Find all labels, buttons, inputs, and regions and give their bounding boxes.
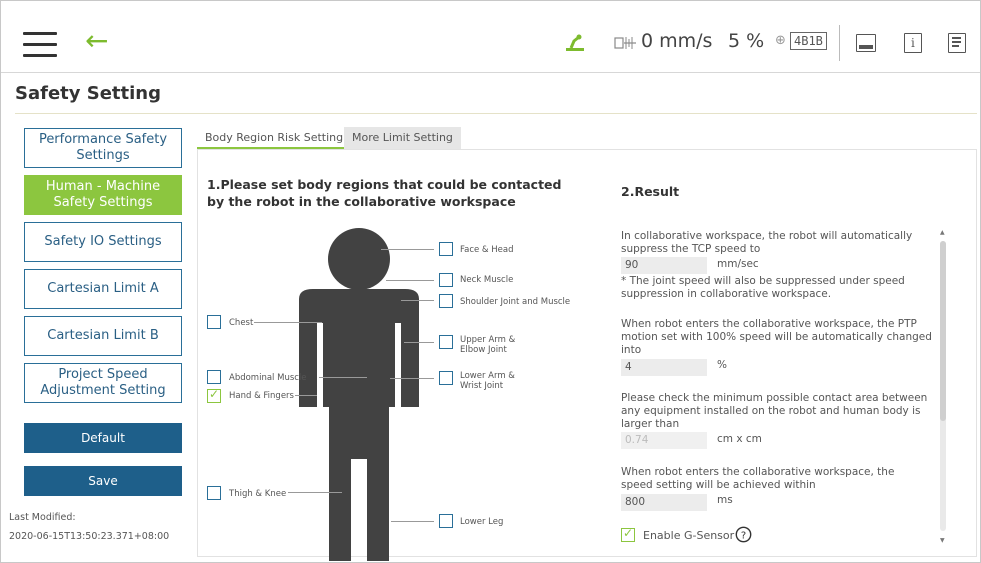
page-title: Safety Setting <box>15 83 162 104</box>
notes-icon[interactable] <box>948 33 966 53</box>
sidebar-item-cartesian-limit-b[interactable]: Cartesian Limit B <box>24 316 182 356</box>
display-icon[interactable] <box>856 34 876 52</box>
help-icon[interactable]: ? <box>735 526 752 543</box>
tcp-speed-unit: mm/sec <box>717 258 759 270</box>
link-icon: ⊕ <box>775 33 786 48</box>
checkbox-lower-leg[interactable] <box>439 514 453 528</box>
label-hand-fingers: Hand & Fingers <box>229 391 294 401</box>
checkbox-enable-g-sensor[interactable] <box>621 526 635 542</box>
checkbox-abdominal[interactable] <box>207 370 221 384</box>
speed-readout: 0 mm/s <box>641 30 713 52</box>
title-divider <box>15 113 977 114</box>
info-icon[interactable]: i <box>904 33 922 53</box>
checkbox-thigh-knee[interactable] <box>207 486 221 500</box>
checkbox-lower-arm[interactable] <box>439 371 453 385</box>
toolbar-divider <box>839 25 840 61</box>
checkbox-shoulder[interactable] <box>439 294 453 308</box>
top-bar: ← 0 mm/s 5 % ⊕ 4B1B i <box>1 1 980 73</box>
leader-face-head <box>381 249 434 250</box>
label-upper-arm: Upper Arm & Elbow Joint <box>460 335 516 355</box>
label-thigh-knee: Thigh & Knee <box>229 489 287 499</box>
leader-lower-leg <box>391 521 434 522</box>
leader-abdominal <box>319 377 367 378</box>
checkbox-neck-muscle[interactable] <box>439 273 453 287</box>
body-section-title: 1.Please set body regions that could be … <box>207 177 562 209</box>
app-screen: ← 0 mm/s 5 % ⊕ 4B1B i Safety Setting Per… <box>0 0 981 563</box>
scroll-down-icon[interactable]: ▼ <box>940 537 945 544</box>
save-button[interactable]: Save <box>24 466 182 496</box>
sidebar-item-safety-io[interactable]: Safety IO Settings <box>24 222 182 262</box>
tab-more-limit[interactable]: More Limit Setting <box>344 127 461 149</box>
checkbox-hand-fingers[interactable] <box>207 387 221 403</box>
svg-text:?: ? <box>741 531 746 542</box>
speed-time-text: When robot enters the collaborative work… <box>621 466 895 491</box>
ptp-motion-field[interactable]: 4 <box>621 359 707 376</box>
controller-code[interactable]: 4B1B <box>790 32 827 50</box>
tcp-speed-text: In collaborative workspace, the robot wi… <box>621 230 913 255</box>
tcp-speed-field[interactable]: 90 <box>621 257 707 274</box>
sidebar-item-human-machine-safety[interactable]: Human - Machine Safety Settings <box>24 175 182 215</box>
speed-percent: 5 % <box>728 30 765 52</box>
speed-icon <box>614 37 636 49</box>
contact-area-text: Please check the minimum possible contac… <box>621 392 928 430</box>
sidebar-item-project-speed[interactable]: Project Speed Adjustment Setting <box>24 363 182 403</box>
leader-hand <box>295 395 317 396</box>
result-scrollbar[interactable]: ▲ ▼ <box>937 225 949 547</box>
default-button[interactable]: Default <box>24 423 182 453</box>
ptp-motion-text: When robot enters the collaborative work… <box>621 318 932 356</box>
tcp-speed-note: * The joint speed will also be suppresse… <box>621 275 905 300</box>
last-modified-label: Last Modified: <box>9 512 76 523</box>
label-abdominal: Abdominal Muscle <box>229 373 307 383</box>
g-sensor-label: Enable G-Sensor <box>643 529 735 542</box>
checkbox-face-head[interactable] <box>439 242 453 256</box>
robot-status-icon[interactable] <box>565 31 585 53</box>
contact-area-field[interactable]: 0.74 <box>621 432 707 449</box>
speed-time-field[interactable]: 800 <box>621 494 707 511</box>
checkbox-chest[interactable] <box>207 315 221 329</box>
leader-shoulder <box>401 300 434 301</box>
human-body-figure <box>299 228 419 561</box>
label-shoulder: Shoulder Joint and Muscle <box>460 297 571 307</box>
leader-lower-arm <box>390 378 434 379</box>
ptp-motion-unit: % <box>717 359 727 371</box>
leader-upper-arm <box>404 342 434 343</box>
leader-chest <box>254 322 322 323</box>
label-chest: Chest <box>229 318 254 328</box>
sidebar-item-cartesian-limit-a[interactable]: Cartesian Limit A <box>24 269 182 309</box>
leader-thigh <box>288 492 342 493</box>
label-face-head: Face & Head <box>460 245 514 255</box>
scroll-thumb[interactable] <box>940 241 946 421</box>
speed-time-unit: ms <box>717 494 733 506</box>
tab-body-region-risk[interactable]: Body Region Risk Setting <box>197 127 352 149</box>
label-lower-arm: Lower Arm & Wrist Joint <box>460 371 515 391</box>
back-arrow-icon[interactable]: ← <box>85 27 108 55</box>
checkbox-upper-arm[interactable] <box>439 335 453 349</box>
leader-neck <box>386 280 434 281</box>
last-modified-value: 2020-06-15T13:50:23.371+08:00 <box>9 531 170 542</box>
sidebar-item-performance-safety[interactable]: Performance Safety Settings <box>24 128 182 168</box>
label-lower-leg: Lower Leg <box>460 517 504 527</box>
contact-area-unit: cm x cm <box>717 433 762 445</box>
result-section-title: 2.Result <box>621 184 680 199</box>
menu-icon[interactable] <box>23 32 57 58</box>
scroll-up-icon[interactable]: ▲ <box>940 229 945 236</box>
label-neck-muscle: Neck Muscle <box>460 275 514 285</box>
